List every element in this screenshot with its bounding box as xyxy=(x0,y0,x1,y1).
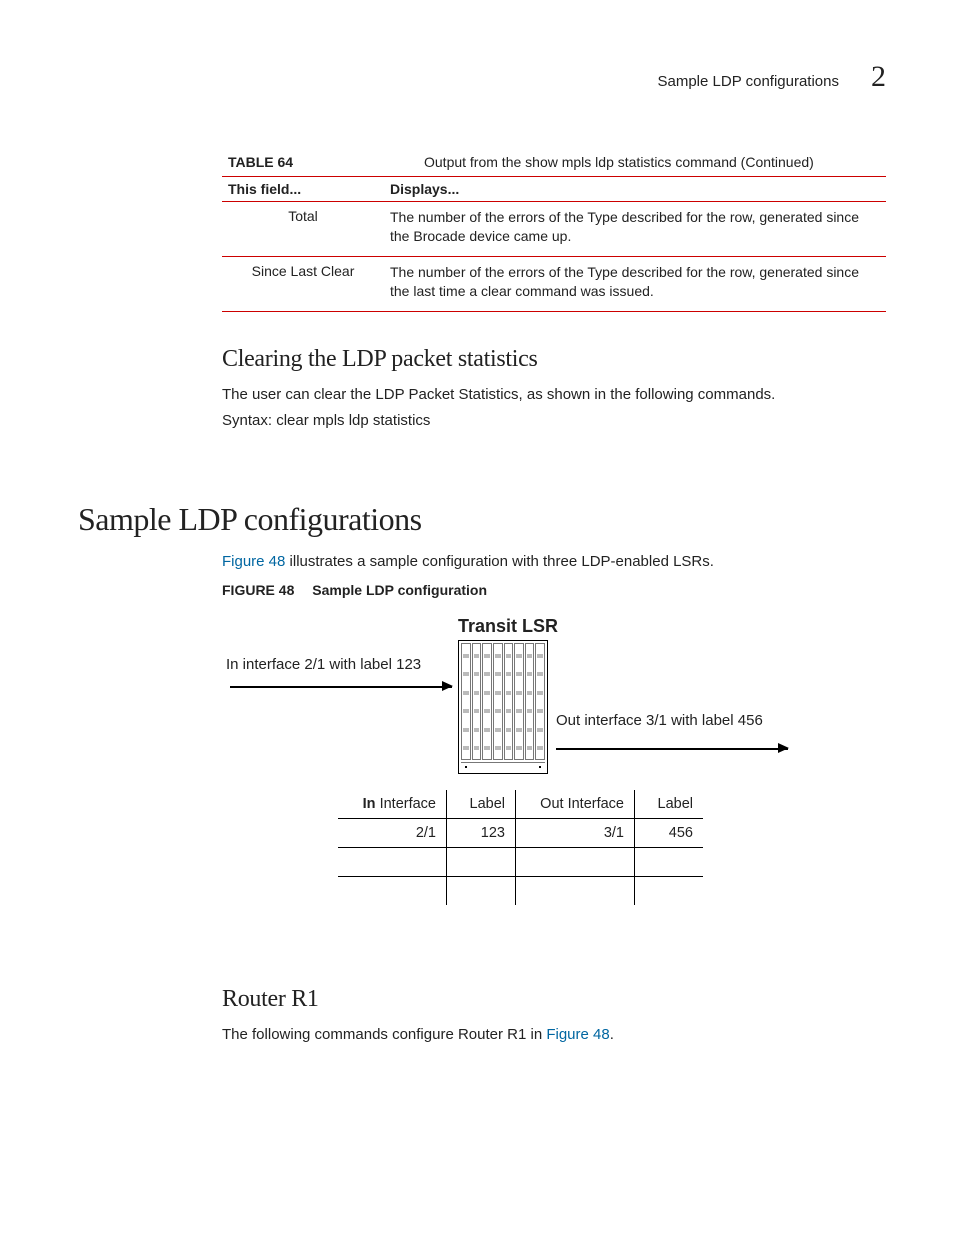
table-number: TABLE 64 xyxy=(222,150,384,177)
lsr-td-out: 3/1 xyxy=(516,819,635,848)
lsr-empty xyxy=(635,877,704,906)
out-interface-label: Out interface 3/1 with label 456 xyxy=(556,712,763,729)
lsr-th-in: In Interface xyxy=(338,790,447,819)
table-64-row1-field: Total xyxy=(222,202,384,257)
router-chassis-icon xyxy=(458,640,548,774)
lsr-empty xyxy=(338,877,447,906)
lsr-td-lab2: 456 xyxy=(635,819,704,848)
lsr-th-lab2: Label xyxy=(635,790,704,819)
in-interface-label: In interface 2/1 with label 123 xyxy=(226,656,421,673)
lsr-th-out: Out Interface xyxy=(516,790,635,819)
arrow-out xyxy=(556,748,788,750)
paragraph-router-r1: The following commands configure Router … xyxy=(222,1025,886,1045)
lsr-td-in: 2/1 xyxy=(338,819,447,848)
paragraph-router-r1-b: . xyxy=(610,1026,614,1043)
paragraph-clearing-ldp: The user can clear the LDP Packet Statis… xyxy=(222,385,886,405)
figure-number: FIGURE 48 xyxy=(222,582,294,598)
page: Sample LDP configurations 2 TABLE 64 Out… xyxy=(0,0,954,1112)
lsr-empty xyxy=(516,848,635,877)
chapter-number: 2 xyxy=(871,60,886,94)
table-64-head-field: This field... xyxy=(222,177,384,202)
table-64: TABLE 64 Output from the show mpls ldp s… xyxy=(222,150,886,312)
table-64-row2-desc: The number of the errors of the Type des… xyxy=(384,256,886,311)
arrowhead-icon xyxy=(778,743,789,753)
lsr-label-table: In Interface Label Out Interface Label 2… xyxy=(338,790,703,905)
heading-router-r1: Router R1 xyxy=(222,986,886,1013)
heading-clearing-ldp: Clearing the LDP packet statistics xyxy=(222,346,886,373)
table-caption: Output from the show mpls ldp statistics… xyxy=(384,150,886,177)
figure-48-caption: FIGURE 48 Sample LDP configuration xyxy=(222,582,886,598)
xref-figure-48[interactable]: Figure 48 xyxy=(222,553,285,570)
lsr-empty xyxy=(516,877,635,906)
syntax-line: Syntax: clear mpls ldp statistics xyxy=(222,411,886,431)
content-column: TABLE 64 Output from the show mpls ldp s… xyxy=(78,150,886,1046)
lsr-empty xyxy=(447,877,516,906)
running-header: Sample LDP configurations 2 xyxy=(78,60,886,94)
xref-figure-48-2[interactable]: Figure 48 xyxy=(546,1026,609,1043)
lsr-th-lab1: Label xyxy=(447,790,516,819)
lsr-td-lab1: 123 xyxy=(447,819,516,848)
lsr-empty xyxy=(447,848,516,877)
table-64-row1-desc: The number of the errors of the Type des… xyxy=(384,202,886,257)
heading-sample-ldp-config: Sample LDP configurations xyxy=(78,501,886,538)
table-64-head-displays: Displays... xyxy=(384,177,886,202)
paragraph-intro: Figure 48 illustrates a sample configura… xyxy=(222,552,886,572)
arrow-in xyxy=(230,686,452,688)
running-header-title: Sample LDP configurations xyxy=(658,73,840,90)
table-64-row2-field: Since Last Clear xyxy=(222,256,384,311)
figure-title: Sample LDP configuration xyxy=(298,582,487,598)
figure-48: Transit LSR In interface 2/1 with label … xyxy=(222,616,886,946)
lsr-empty xyxy=(338,848,447,877)
paragraph-intro-tail: illustrates a sample configuration with … xyxy=(285,553,714,570)
arrowhead-icon xyxy=(442,681,453,691)
transit-lsr-label: Transit LSR xyxy=(458,616,558,637)
lsr-empty xyxy=(635,848,704,877)
paragraph-router-r1-a: The following commands configure Router … xyxy=(222,1026,546,1043)
